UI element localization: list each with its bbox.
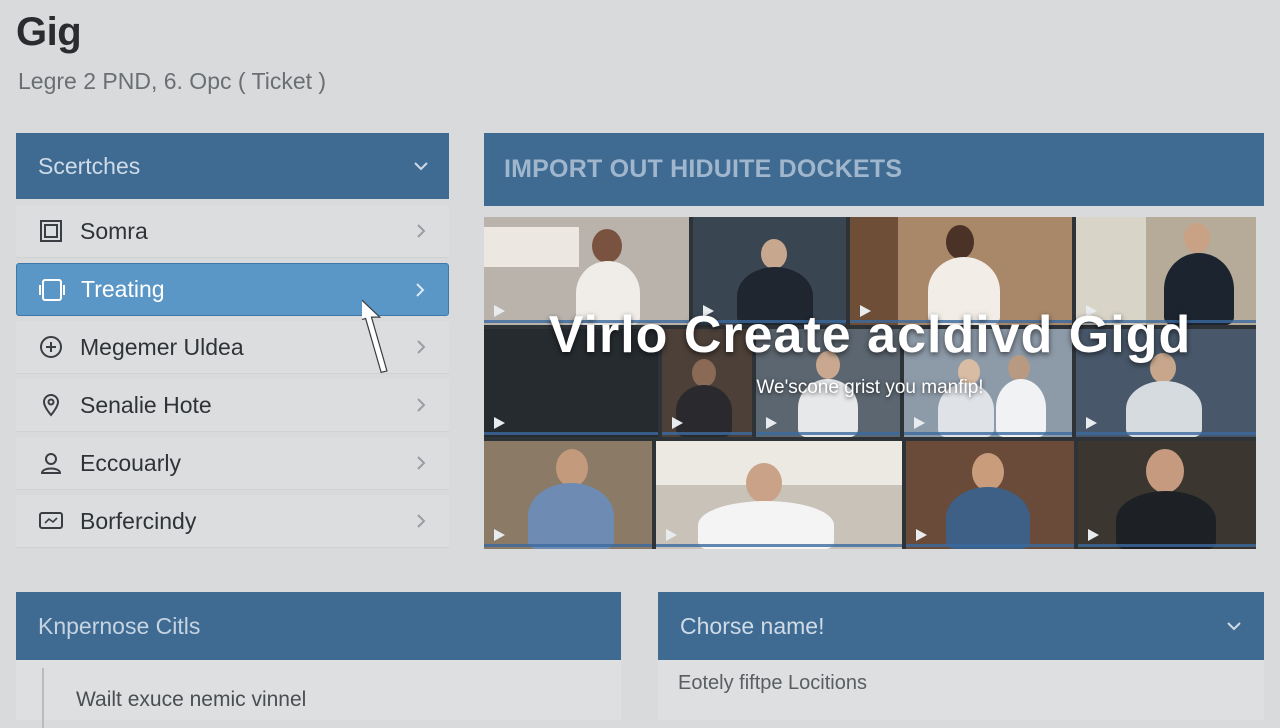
plus-circle-icon [38,334,64,360]
divider [42,668,44,728]
bottom-left-panel: Knpernose Citls Wailt exuce nemic vinnel [16,592,621,728]
chevron-right-icon [417,398,426,412]
sidebar-header-label: Scertches [38,152,141,179]
location-pin-icon [38,392,64,418]
chevron-right-icon [417,456,426,470]
video-thumbnail[interactable] [484,441,652,549]
locations-option[interactable]: Eotely fiftpe Locitions [678,672,867,695]
chevron-right-icon [417,340,426,354]
chevron-right-icon [417,224,426,238]
sidebar-item-eccouarly[interactable]: Eccouarly [16,437,449,490]
import-panel: IMPORT OUT HIDUITE DOCKETS Virlo Create … [484,133,1264,549]
choose-name-dropdown[interactable]: Chorse name! [658,592,1264,660]
sidebar-header-dropdown[interactable]: Scertches [16,133,449,199]
bottom-left-panel-body: Wailt exuce nemic vinnel [16,660,621,728]
video-overlay-title: Virlo Create acldivd Gigd [548,306,1192,364]
bottom-left-panel-header: Knpernose Citls [16,592,621,660]
choose-name-label: Chorse name! [680,612,825,639]
bottom-right-panel-body: Eotely fiftpe Locitions [658,660,1264,720]
video-overlay-subtitle: We'scone grist you manfip! [756,377,984,398]
square-frame-icon [38,218,64,244]
sidebar-item-senalie-hote[interactable]: Senalie Hote [16,379,449,432]
bottom-left-panel-text: Wailt exuce nemic vinnel [76,688,307,711]
tablet-icon [39,277,65,303]
chevron-down-icon [414,162,428,171]
video-thumbnail[interactable] [906,441,1074,549]
sidebar-item-label: Senalie Hote [80,391,212,418]
bottom-right-panel: Chorse name! Eotely fiftpe Locitions [658,592,1264,720]
video-thumbnail[interactable] [1078,441,1256,549]
sidebar-item-label: Eccouarly [80,449,181,476]
app-title: Gig [16,10,82,54]
app-subtitle: Legre 2 PND, 6. Opc ( Ticket ) [18,68,327,94]
import-panel-header: IMPORT OUT HIDUITE DOCKETS [484,133,1264,206]
chevron-down-icon [1227,622,1241,631]
sidebar-item-somra[interactable]: Somra [16,205,449,258]
chevron-right-icon [416,282,425,297]
sidebar-item-label: Borfercindy [80,507,197,534]
screen-icon [38,508,64,534]
chevron-right-icon [417,514,426,528]
sidebar-item-label: Somra [80,217,148,244]
user-icon [38,450,64,476]
mouse-cursor-icon [362,297,388,374]
sidebar-item-borfercindy[interactable]: Borfercindy [16,495,449,548]
video-mosaic[interactable]: Virlo Create acldivd Gigd We'scone grist… [484,217,1256,549]
video-thumbnail[interactable] [656,441,902,549]
